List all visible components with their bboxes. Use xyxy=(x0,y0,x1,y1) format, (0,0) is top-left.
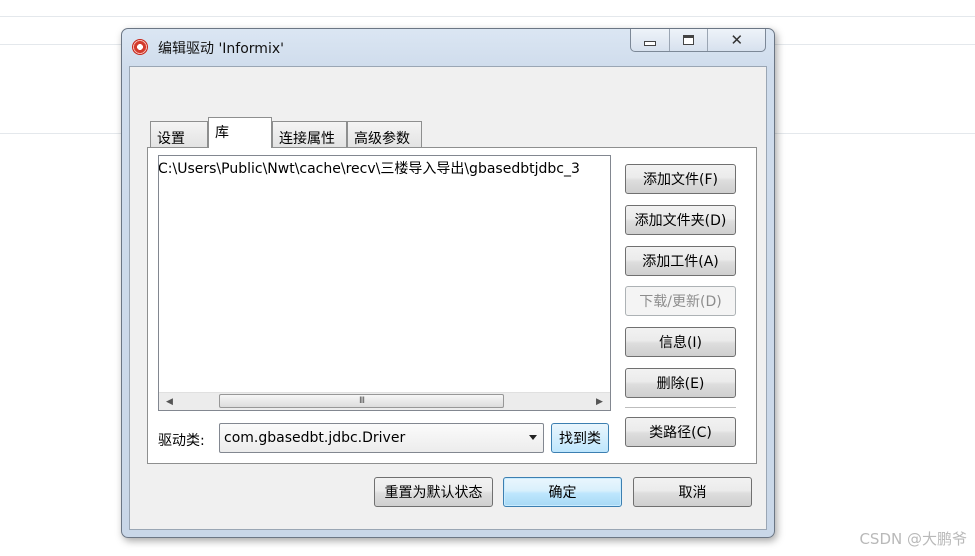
tab-settings[interactable]: 设置 xyxy=(150,121,208,147)
minimize-button[interactable] xyxy=(631,29,670,51)
driver-class-label: 驱动类: xyxy=(158,433,205,449)
edit-driver-dialog: 编辑驱动 'Informix' ✕ 设置 库 连接属性 高级参数 C:\User… xyxy=(121,28,775,538)
tab-library[interactable]: 库 xyxy=(208,117,272,148)
tab-connection-properties[interactable]: 连接属性 xyxy=(272,121,347,147)
add-artifact-button[interactable]: 添加工件(A) xyxy=(625,246,736,276)
dialog-client-area: 设置 库 连接属性 高级参数 C:\Users\Public\Nwt\cache… xyxy=(129,66,767,530)
maximize-icon xyxy=(683,35,695,45)
tab-advanced-parameters[interactable]: 高级参数 xyxy=(347,121,422,147)
scroll-thumb[interactable]: III xyxy=(219,394,504,408)
classpath-button[interactable]: 类路径(C) xyxy=(625,417,736,447)
file-path: C:\Users\Public\Nwt\cache\recv\三楼导入导出\gb… xyxy=(159,161,580,177)
library-file-list[interactable]: C:\Users\Public\Nwt\cache\recv\三楼导入导出\gb… xyxy=(158,155,611,411)
app-icon xyxy=(132,39,148,55)
title-bar[interactable]: 编辑驱动 'Informix' ✕ xyxy=(122,29,774,65)
minimize-icon xyxy=(643,40,656,46)
download-update-button[interactable]: 下载/更新(D) xyxy=(625,286,736,316)
delete-button[interactable]: 删除(E) xyxy=(625,368,736,398)
caption-buttons: ✕ xyxy=(630,29,766,52)
maximize-button[interactable] xyxy=(670,29,709,51)
cancel-button[interactable]: 取消 xyxy=(633,477,752,507)
close-icon: ✕ xyxy=(730,31,744,49)
info-button[interactable]: 信息(I) xyxy=(625,327,736,357)
add-folder-button[interactable]: 添加文件夹(D) xyxy=(625,205,736,235)
window-title: 编辑驱动 'Informix' xyxy=(158,41,284,57)
close-button[interactable]: ✕ xyxy=(708,29,765,51)
scroll-left-icon[interactable]: ◀ xyxy=(161,393,178,410)
driver-class-combobox[interactable]: com.gbasedbt.jdbc.Driver xyxy=(219,423,544,453)
find-class-button[interactable]: 找到类 xyxy=(551,423,609,453)
watermark: CSDN @大鹏爷 xyxy=(859,530,967,548)
scroll-right-icon[interactable]: ▶ xyxy=(591,393,608,410)
horizontal-scrollbar[interactable]: ◀ III ▶ xyxy=(159,392,610,410)
button-separator xyxy=(625,407,736,408)
library-tab-panel: C:\Users\Public\Nwt\cache\recv\三楼导入导出\gb… xyxy=(147,147,757,464)
background-line-top xyxy=(0,16,975,17)
ok-button[interactable]: 确定 xyxy=(503,477,622,507)
driver-class-value: com.gbasedbt.jdbc.Driver xyxy=(224,430,406,446)
list-item[interactable]: C:\Users\Public\Nwt\cache\recv\三楼导入导出\gb… xyxy=(159,158,610,180)
add-file-button[interactable]: 添加文件(F) xyxy=(625,164,736,194)
dropdown-arrow-icon[interactable] xyxy=(529,435,537,440)
reset-default-button[interactable]: 重置为默认状态 xyxy=(374,477,493,507)
